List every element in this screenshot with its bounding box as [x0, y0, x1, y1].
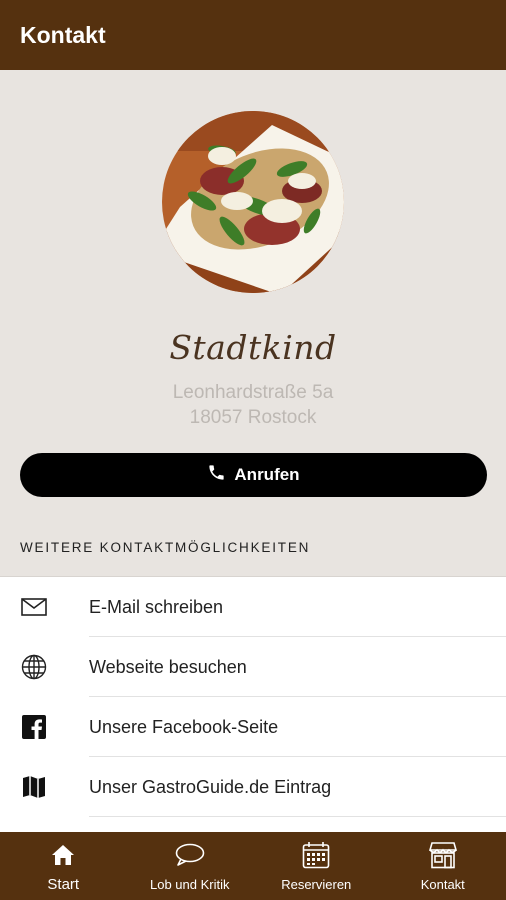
tab-start[interactable]: Start: [0, 832, 127, 900]
list-item-label: Unsere Facebook-Seite: [89, 717, 279, 737]
bottom-tab-bar: Start Lob und Kritik Reservieren Kontakt: [0, 832, 506, 900]
storefront-icon: [428, 842, 458, 869]
call-button-label: Anrufen: [234, 465, 300, 484]
tab-label: Lob und Kritik: [150, 877, 230, 892]
restaurant-name: Stadtkind: [169, 328, 337, 367]
map-icon: [20, 774, 48, 800]
globe-icon: [20, 654, 48, 680]
calendar-icon: [301, 842, 331, 869]
tab-kontakt[interactable]: Kontakt: [380, 832, 506, 900]
restaurant-photo: [162, 111, 344, 293]
list-item-facebook[interactable]: Unsere Facebook-Seite: [22, 697, 506, 757]
tab-label: Reservieren: [281, 877, 352, 892]
list-item-label: Webseite besuchen: [89, 657, 247, 677]
page-title: Kontakt: [20, 22, 106, 48]
app-bar: Kontakt: [0, 0, 506, 70]
tab-reservieren[interactable]: Reservieren: [253, 832, 380, 900]
section-title: WEITERE KONTAKTMÖGLICHKEITEN: [20, 540, 311, 555]
list-item-label: Unser GastroGuide.de Eintrag: [89, 777, 332, 797]
home-icon: [48, 842, 78, 868]
tab-label: Kontakt: [420, 877, 465, 892]
list-item-gastroguide[interactable]: Unser GastroGuide.de Eintrag: [23, 757, 506, 817]
tab-label: Start: [47, 876, 80, 893]
contact-content: Stadtkind Leonhardstraße 5a 18057 Rostoc…: [0, 70, 506, 832]
facebook-icon: [20, 714, 48, 740]
phone-icon: [207, 463, 226, 487]
list-item-website[interactable]: Webseite besuchen: [21, 637, 506, 697]
call-button[interactable]: Anrufen: [20, 453, 487, 497]
contact-options-list: E-Mail schreiben Webseite besuchen Unser…: [0, 576, 506, 832]
address-city: 18057 Rostock: [189, 407, 317, 428]
list-item-email[interactable]: E-Mail schreiben: [21, 577, 506, 637]
tab-lob-und-kritik[interactable]: Lob und Kritik: [127, 832, 254, 900]
mail-icon: [20, 594, 48, 620]
list-item-label: E-Mail schreiben: [89, 597, 224, 617]
address-street: Leonhardstraße 5a: [172, 382, 334, 403]
speech-bubble-icon: [175, 842, 205, 868]
